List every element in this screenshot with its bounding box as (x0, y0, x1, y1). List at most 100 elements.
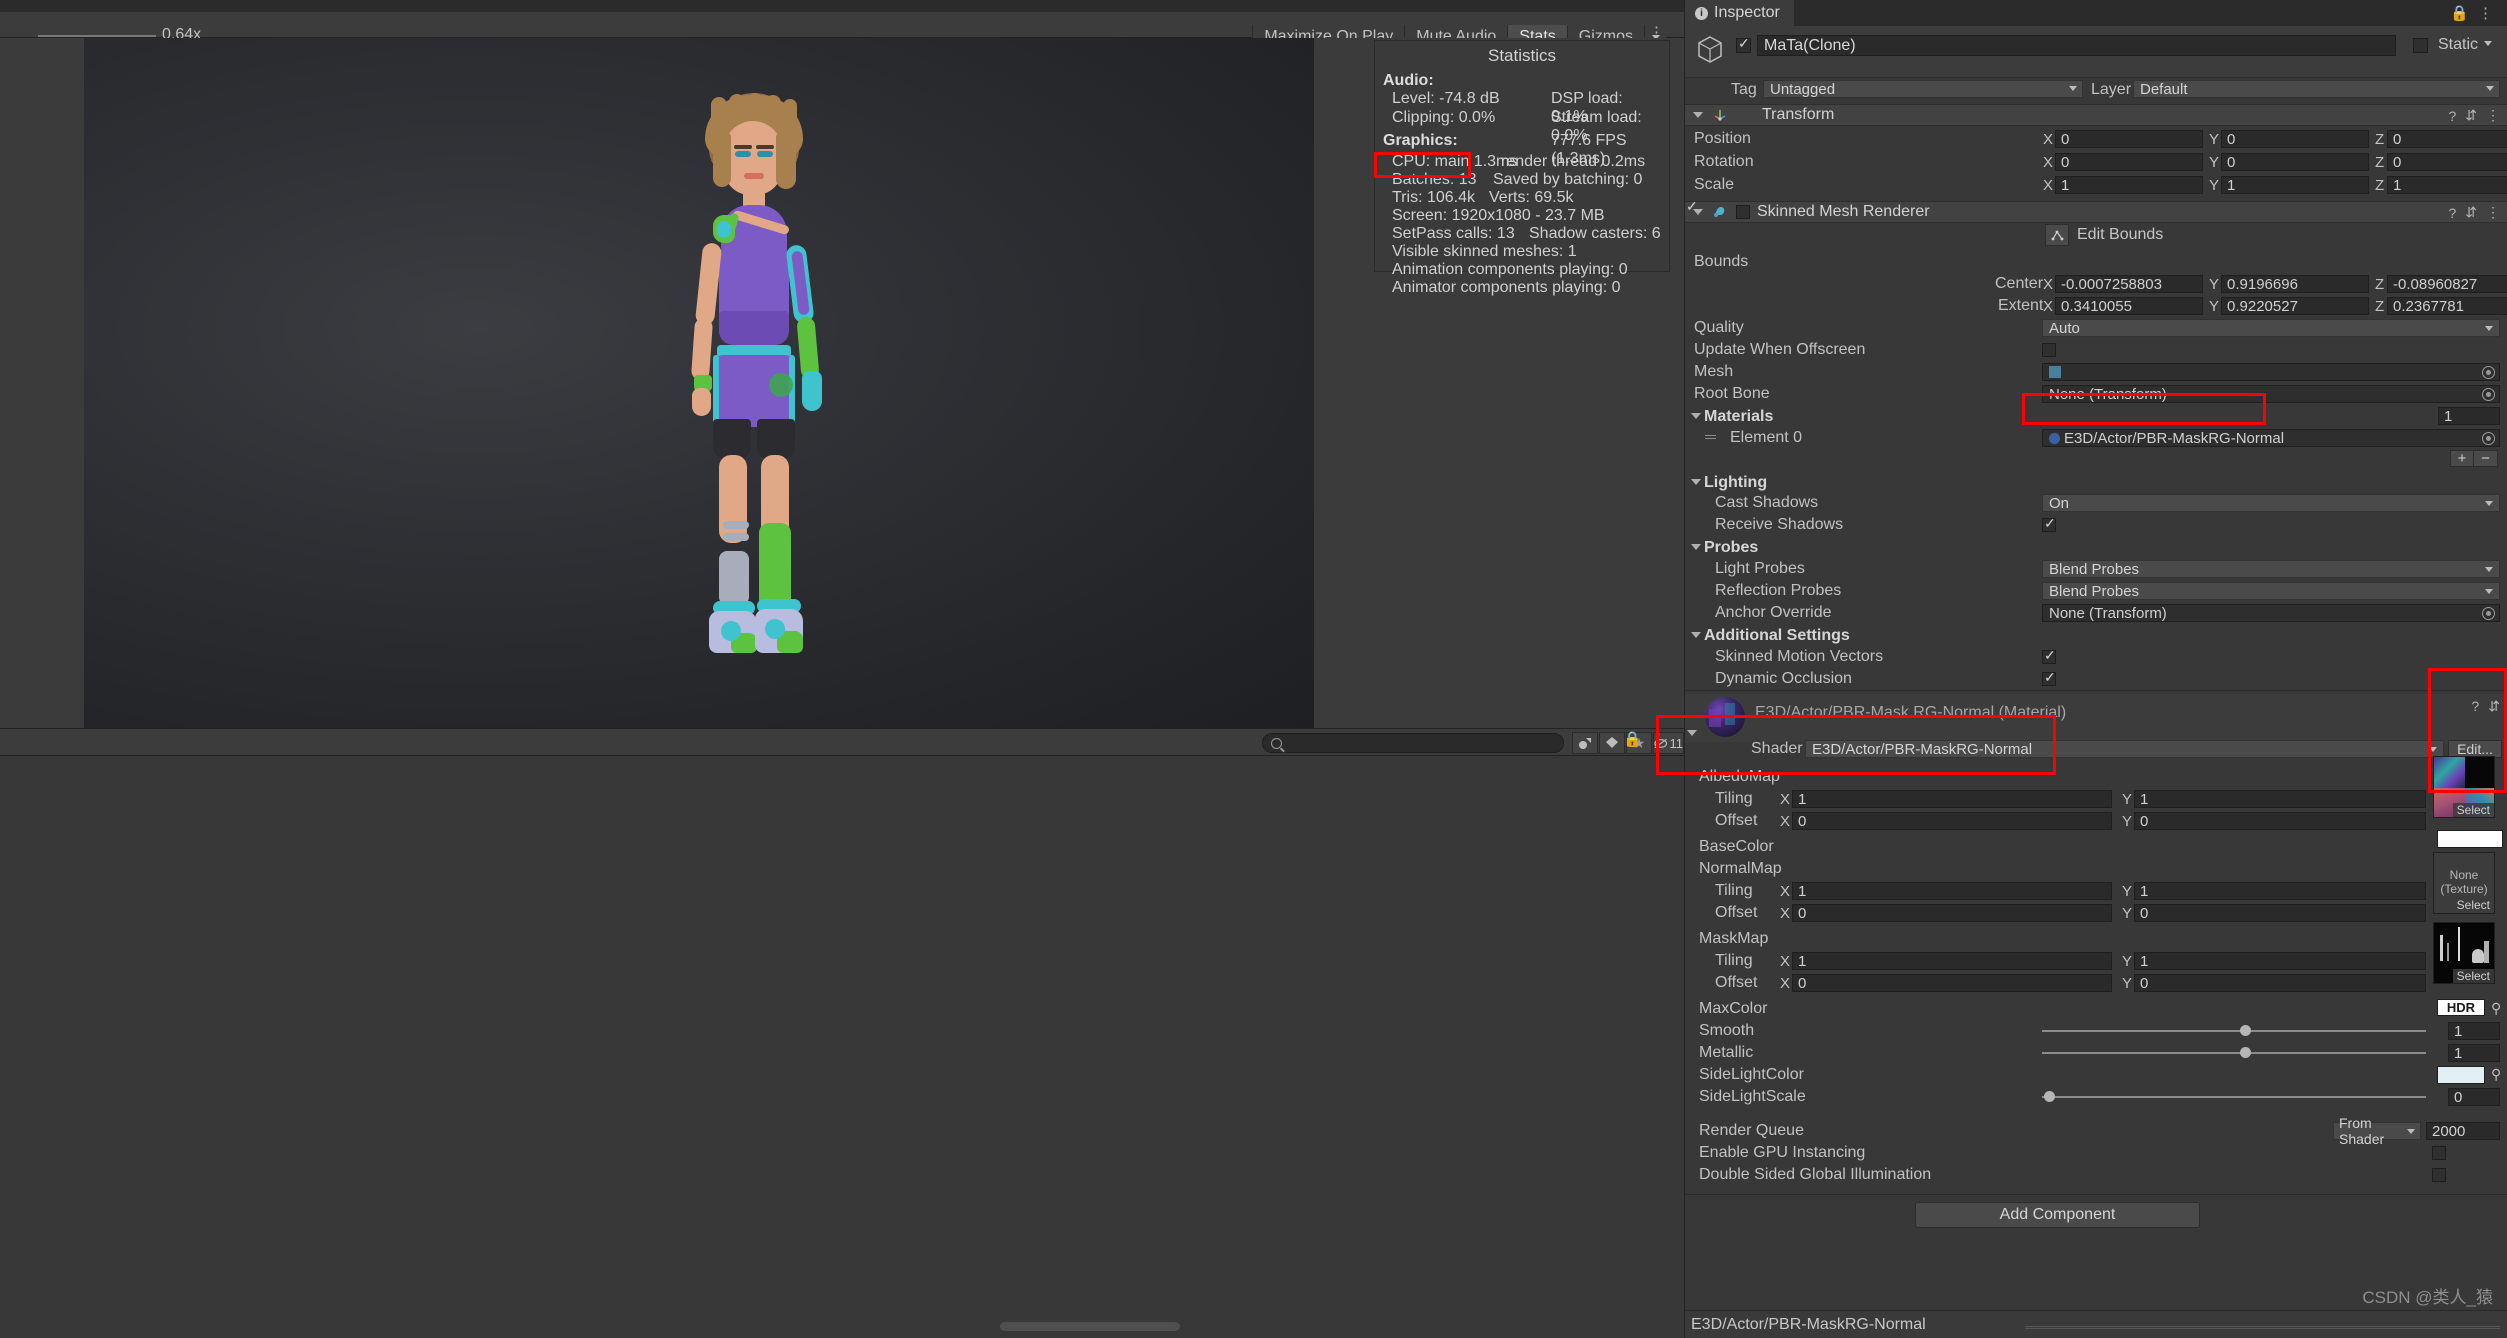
add-component-button[interactable]: Add Component (1915, 1202, 2200, 1228)
preset-icon[interactable]: ⇵ (2465, 107, 2477, 124)
center-x-field[interactable]: -0.0007258803 (2055, 275, 2203, 293)
inspector-lock-icon[interactable]: 🔒 (2450, 4, 2469, 22)
edit-bounds-icon[interactable] (2045, 224, 2069, 246)
reflection-probes-dropdown[interactable]: Blend Probes (2042, 582, 2500, 600)
preset-icon[interactable]: ⇵ (2488, 698, 2500, 715)
metallic-value-field[interactable]: 1 (2448, 1044, 2500, 1062)
scale-z-field[interactable]: 1 (2387, 176, 2507, 194)
albedo-tiling-x-field[interactable]: 1 (1792, 790, 2112, 808)
scale-y-field[interactable]: 1 (2221, 176, 2369, 194)
materials-size-field[interactable]: 1 (2438, 407, 2500, 425)
material-foldout-icon[interactable] (1687, 730, 1697, 736)
albedo-tiling-y-field[interactable]: 1 (2134, 790, 2426, 808)
help-icon[interactable]: ? (2448, 108, 2456, 124)
root-bone-picker-icon[interactable] (2482, 388, 2495, 401)
inspector-menu-icon[interactable]: ⋮ (2478, 4, 2493, 22)
static-checkbox[interactable] (2413, 38, 2428, 53)
add-material-button[interactable]: + (2450, 450, 2474, 467)
position-x-field[interactable]: 0 (2055, 130, 2203, 148)
smooth-slider-knob[interactable] (2240, 1025, 2251, 1036)
cast-shadows-dropdown[interactable]: On (2042, 494, 2500, 512)
element0-picker-icon[interactable] (2482, 432, 2495, 445)
mask-tiling-y-field[interactable]: 1 (2134, 952, 2426, 970)
gameobject-enable-checkbox[interactable] (1736, 35, 1751, 53)
smooth-slider-track[interactable] (2042, 1030, 2426, 1032)
normal-offset-y-field[interactable]: 0 (2134, 904, 2426, 922)
scale-x-field[interactable]: 1 (2055, 176, 2203, 194)
mask-offset-y-field[interactable]: 0 (2134, 974, 2426, 992)
transform-header-icons[interactable]: ? ⇵ ⋮ (2448, 107, 2500, 124)
quality-dropdown[interactable]: Auto (2042, 319, 2500, 337)
rotation-x-field[interactable]: 0 (2055, 153, 2203, 171)
sidelightcolor-swatch[interactable] (2437, 1066, 2485, 1084)
extent-x-field[interactable]: 0.3410055 (2055, 297, 2203, 315)
metallic-slider-track[interactable] (2042, 1052, 2426, 1054)
search-text[interactable] (1288, 735, 1548, 751)
lighting-foldout-icon[interactable] (1691, 479, 1701, 485)
preset-icon[interactable]: ⇵ (2465, 204, 2477, 221)
transform-component-header[interactable]: Transform ? ⇵ ⋮ (1685, 104, 2507, 126)
double-sided-gi-checkbox[interactable] (2432, 1168, 2446, 1182)
tag-dropdown[interactable]: Untagged (1763, 80, 2083, 98)
root-bone-object-field[interactable]: None (Transform) (2042, 385, 2500, 403)
normal-tiling-x-field[interactable]: 1 (1792, 882, 2112, 900)
additional-settings-foldout-icon[interactable] (1691, 632, 1701, 638)
tab-inspector[interactable]: i Inspector (1685, 0, 1794, 26)
zoom-slider[interactable] (38, 35, 156, 37)
project-lock-icon[interactable]: 🔒 (1623, 730, 1642, 748)
rotation-z-field[interactable]: 0 (2387, 153, 2507, 171)
gameobject-name-field[interactable]: MaTa(Clone) (1757, 35, 2396, 56)
filter-by-label-icon[interactable] (1599, 732, 1625, 754)
horizontal-scrollbar[interactable] (1000, 1322, 1180, 1331)
remove-material-button[interactable]: − (2474, 450, 2498, 467)
sidelightscale-slider-knob[interactable] (2044, 1091, 2055, 1102)
layer-dropdown[interactable]: Default (2133, 80, 2500, 98)
project-search-input[interactable] (1262, 733, 1564, 753)
sidelightscale-slider-track[interactable] (2042, 1096, 2426, 1098)
normal-tiling-y-field[interactable]: 1 (2134, 882, 2426, 900)
probes-foldout-icon[interactable] (1691, 544, 1701, 550)
center-y-field[interactable]: 0.9196696 (2221, 275, 2369, 293)
dynamic-occlusion-checkbox[interactable] (2042, 669, 2056, 686)
render-queue-source-dropdown[interactable]: From Shader (2333, 1115, 2421, 1147)
mesh-object-field[interactable] (2042, 363, 2500, 381)
sidelightcolor-eyedropper-icon[interactable]: ⚲ (2491, 1066, 2501, 1083)
shader-dropdown[interactable]: E3D/Actor/PBR-MaskRG-Normal (1805, 740, 2444, 758)
rotation-y-field[interactable]: 0 (2221, 153, 2369, 171)
sidelightscale-value-field[interactable]: 0 (2448, 1088, 2500, 1106)
menu-icon[interactable]: ⋮ (2486, 107, 2500, 124)
gpu-instancing-checkbox[interactable] (2432, 1146, 2446, 1160)
normal-offset-x-field[interactable]: 0 (1792, 904, 2112, 922)
project-menu-icon[interactable]: ⋮ (1651, 730, 1666, 748)
metallic-slider-knob[interactable] (2240, 1047, 2251, 1058)
menu-icon[interactable]: ⋮ (2486, 204, 2500, 221)
material-header-icons[interactable]: ? ⇵ (2471, 698, 2500, 715)
smr-header-icons[interactable]: ? ⇵ ⋮ (2448, 204, 2500, 221)
materials-foldout-icon[interactable] (1691, 413, 1701, 419)
skinned-mesh-renderer-header[interactable]: Skinned Mesh Renderer ? ⇵ ⋮ (1685, 201, 2507, 223)
light-probes-dropdown[interactable]: Blend Probes (2042, 560, 2500, 578)
maxcolor-hdr-swatch[interactable]: HDR (2437, 999, 2485, 1016)
maxcolor-eyedropper-icon[interactable]: ⚲ (2491, 1000, 2501, 1017)
help-icon[interactable]: ? (2471, 698, 2479, 715)
skinned-motion-vectors-checkbox[interactable] (2042, 647, 2056, 664)
render-queue-value-field[interactable]: 2000 (2426, 1122, 2500, 1140)
update-offscreen-checkbox[interactable] (2042, 343, 2056, 357)
filter-by-type-icon[interactable] (1572, 732, 1598, 754)
albedo-offset-x-field[interactable]: 0 (1792, 812, 2112, 830)
extent-z-field[interactable]: 0.2367781 (2387, 297, 2507, 315)
reorder-handle-icon[interactable] (1705, 435, 1716, 439)
mask-offset-x-field[interactable]: 0 (1792, 974, 2112, 992)
game-viewport[interactable] (84, 38, 1314, 728)
help-icon[interactable]: ? (2448, 205, 2456, 221)
mesh-picker-icon[interactable] (2482, 366, 2495, 379)
albedo-offset-y-field[interactable]: 0 (2134, 812, 2426, 830)
anchor-override-picker-icon[interactable] (2482, 607, 2495, 620)
anchor-override-object-field[interactable]: None (Transform) (2042, 604, 2500, 622)
basecolor-swatch[interactable] (2437, 830, 2503, 848)
mask-tiling-x-field[interactable]: 1 (1792, 952, 2112, 970)
position-y-field[interactable]: 0 (2221, 130, 2369, 148)
element0-object-field[interactable]: E3D/Actor/PBR-MaskRG-Normal (2042, 429, 2500, 447)
receive-shadows-checkbox[interactable] (2042, 515, 2056, 532)
static-dropdown-icon[interactable] (2484, 41, 2492, 46)
